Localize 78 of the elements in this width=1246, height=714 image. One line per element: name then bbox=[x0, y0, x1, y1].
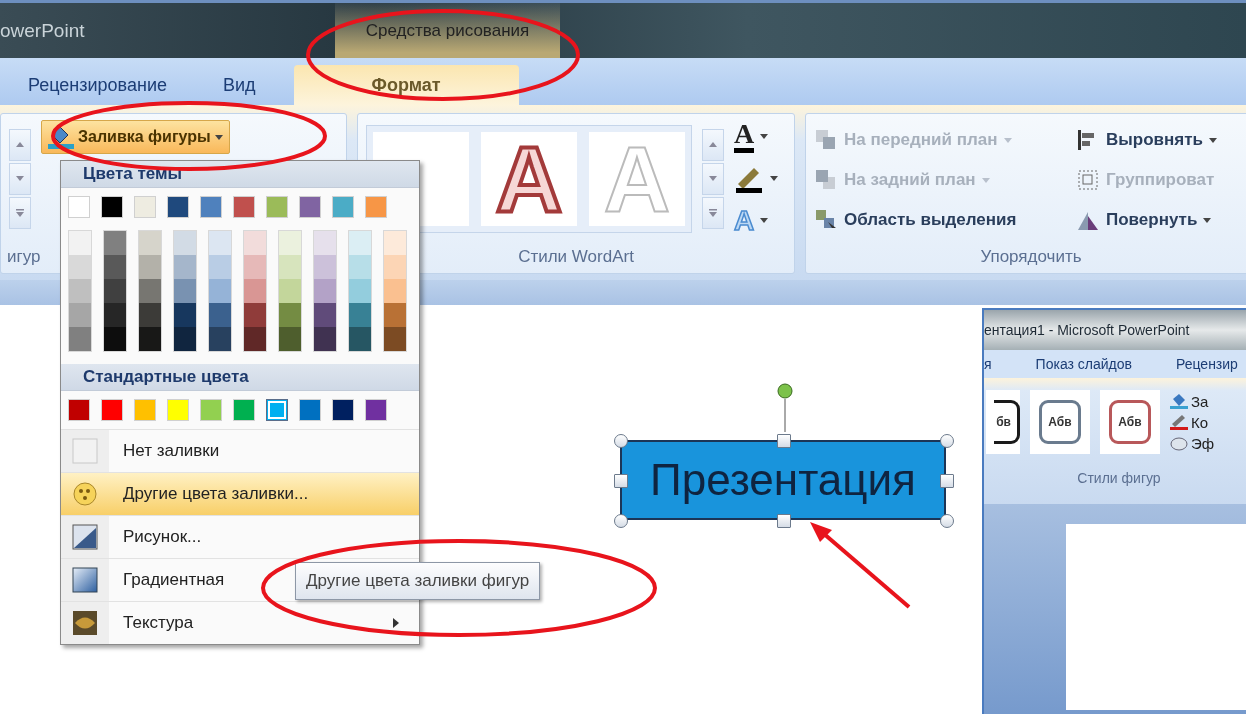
caret-icon bbox=[760, 218, 769, 223]
down-arrow-icon bbox=[709, 176, 717, 181]
shape-format-command[interactable]: Эф bbox=[1170, 434, 1215, 452]
scroll-down-button[interactable] bbox=[9, 162, 31, 195]
group-icon bbox=[1076, 168, 1100, 192]
paint-bucket-icon bbox=[48, 125, 74, 149]
color-shade-column[interactable] bbox=[138, 230, 162, 352]
scroll-up-button[interactable] bbox=[702, 128, 724, 161]
color-shade-column[interactable] bbox=[68, 230, 92, 352]
shape-format-command[interactable]: За bbox=[1170, 392, 1215, 410]
text-fill-button[interactable]: A bbox=[734, 119, 778, 154]
picture-icon bbox=[70, 522, 100, 552]
ribbon-tab[interactable]: Показ слайдов bbox=[1035, 356, 1132, 372]
shape-style-tile[interactable]: Абв bbox=[1030, 390, 1090, 454]
shape-format-command[interactable]: Ко bbox=[1170, 413, 1215, 431]
menu-item[interactable]: Нет заливки bbox=[61, 429, 419, 472]
up-arrow-icon bbox=[709, 142, 717, 147]
group-label: Упорядочить bbox=[979, 246, 1083, 268]
pen-icon bbox=[1170, 414, 1188, 430]
color-swatch[interactable] bbox=[266, 399, 288, 421]
menu-section-header: Цвета темы bbox=[61, 161, 419, 188]
color-shade-column[interactable] bbox=[103, 230, 127, 352]
expand-icon bbox=[16, 208, 24, 217]
color-shade-column[interactable] bbox=[348, 230, 372, 352]
text-fill-glyph: A bbox=[734, 120, 755, 153]
texture-icon bbox=[70, 608, 100, 638]
ribbon-tab[interactable]: Рецензир bbox=[1176, 356, 1238, 372]
ribbon-tab[interactable]: Рецензирование bbox=[10, 65, 185, 105]
group-label: игур bbox=[6, 246, 42, 268]
send-backward-icon bbox=[814, 168, 838, 192]
shape-style-tile[interactable]: бв bbox=[986, 390, 1020, 454]
group-label: Стили фигур bbox=[1076, 469, 1162, 488]
caret-icon bbox=[760, 134, 769, 139]
scroll-up-button[interactable] bbox=[9, 128, 31, 161]
resize-handle[interactable] bbox=[777, 434, 791, 448]
color-shade-column[interactable] bbox=[208, 230, 232, 352]
scroll-down-button[interactable] bbox=[702, 162, 724, 195]
palette-icon bbox=[70, 479, 100, 509]
shape-effects-icon bbox=[1170, 435, 1188, 451]
tooltip: Другие цвета заливки фигур bbox=[295, 562, 541, 600]
up-arrow-icon bbox=[16, 142, 24, 147]
menu-item[interactable]: Текстура bbox=[61, 601, 419, 644]
rotation-handle[interactable] bbox=[777, 383, 793, 432]
color-shade-column[interactable] bbox=[243, 230, 267, 352]
bring-forward-icon bbox=[814, 128, 838, 152]
arrange-command[interactable]: Область выделения bbox=[814, 208, 1076, 232]
group-label: Стили WordArt bbox=[517, 246, 635, 268]
empty-box-icon bbox=[70, 436, 100, 466]
arrange-command[interactable]: Повернуть bbox=[1076, 208, 1246, 232]
resize-handle[interactable] bbox=[614, 474, 628, 488]
gallery-expand-button[interactable] bbox=[9, 196, 31, 229]
shape-style-tile[interactable]: Абв bbox=[1100, 390, 1160, 454]
gradient-icon bbox=[70, 565, 100, 595]
context-tab-group-label: Средства рисования bbox=[335, 3, 560, 58]
ribbon-tab[interactable]: я bbox=[984, 356, 992, 372]
menu-item[interactable]: Рисунок... bbox=[61, 515, 419, 558]
shape-fill-button[interactable]: Заливка фигуры bbox=[41, 120, 230, 154]
color-shade-column[interactable] bbox=[383, 230, 407, 352]
menu-item[interactable]: Другие цвета заливки... bbox=[61, 472, 419, 515]
window-title: ентация1 - Microsoft PowerPoint bbox=[984, 310, 1246, 350]
expand-icon bbox=[709, 208, 717, 217]
paint-bucket-icon bbox=[1170, 393, 1188, 409]
color-shade-column[interactable] bbox=[313, 230, 337, 352]
caret-icon bbox=[770, 176, 778, 181]
resize-handle[interactable] bbox=[777, 514, 791, 528]
gallery-expand-button[interactable] bbox=[702, 196, 724, 229]
text-box-shape[interactable]: Презентация bbox=[620, 440, 946, 520]
menu-section-header: Стандартные цвета bbox=[61, 364, 419, 391]
ribbon-tab[interactable]: Вид bbox=[205, 65, 274, 105]
window-title: owerPoint bbox=[0, 19, 86, 42]
down-arrow-icon bbox=[16, 176, 24, 181]
text-effects-glyph: A bbox=[734, 206, 755, 235]
ribbon-tab[interactable]: Формат bbox=[293, 65, 519, 105]
color-shade-column[interactable] bbox=[173, 230, 197, 352]
arrange-command[interactable]: Выровнять bbox=[1076, 128, 1246, 152]
resize-handle[interactable] bbox=[940, 474, 954, 488]
caret-icon bbox=[214, 134, 223, 140]
color-shade-column[interactable] bbox=[278, 230, 302, 352]
